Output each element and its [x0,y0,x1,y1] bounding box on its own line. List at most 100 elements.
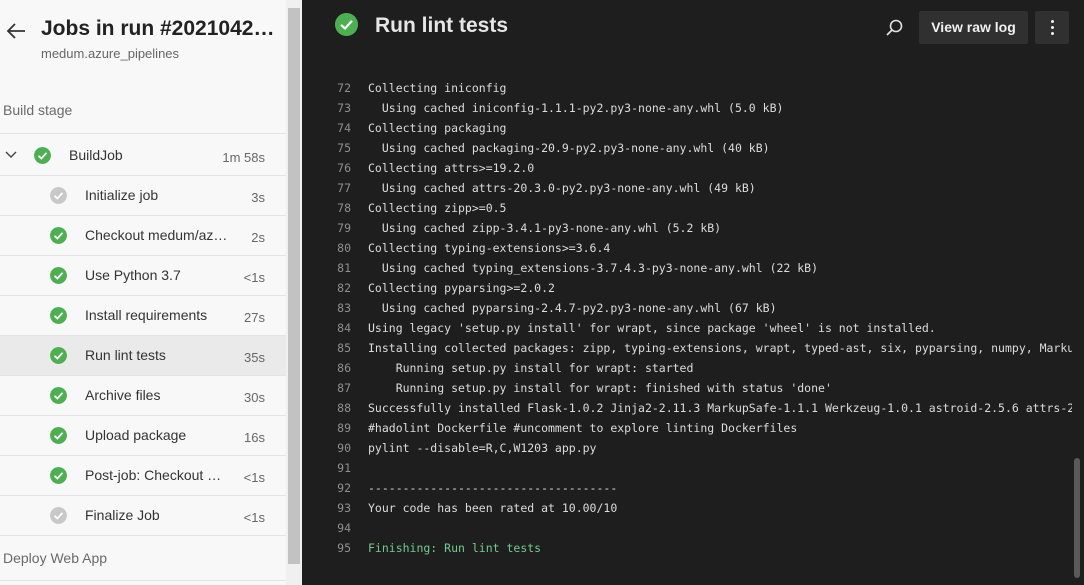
step-row[interactable]: Initialize job 3s [0,175,286,215]
log-line: 93 Your code has been rated at 10.00/10 [302,498,1072,518]
step-row[interactable]: Install requirements 27s [0,295,286,335]
log-line-text: Collecting pyparsing>=2.0.2 [368,281,555,295]
log-line-number: 83 [337,301,351,315]
search-icon[interactable] [885,18,905,38]
log-line: 89 #hadolint Dockerfile #uncomment to exp… [302,418,1072,438]
log-scrollbar-thumb[interactable] [1074,458,1080,578]
log-line-text: Collecting attrs>=19.2.0 [368,161,535,175]
log-line-number: 75 [337,141,351,155]
log-line-text: Finishing: Run lint tests [368,541,542,555]
log-panel: Run lint tests View raw log 72 Collecting… [302,0,1084,585]
step-row[interactable]: Finalize Job <1s [0,495,286,535]
log-line: 83 Using cached pyparsing-2.4.7-py2.py3-… [302,298,1072,318]
log-line: 73 Using cached iniconfig-1.1.1-py2.py3-… [302,98,1072,118]
log-line-number: 73 [337,101,351,115]
divider [0,255,286,256]
log-line: 77 Using cached attrs-20.3.0-py2.py3-non… [302,178,1072,198]
step-row[interactable]: Archive files 30s [0,375,286,415]
log-line: 94 [302,518,1072,538]
back-arrow-icon[interactable] [5,19,27,43]
success-check-icon [50,427,67,444]
more-options-button[interactable] [1035,11,1069,44]
log-line-number: 91 [337,461,351,475]
divider [0,295,286,296]
log-line-text: Collecting iniconfig [368,81,507,95]
job-row-buildjob[interactable]: BuildJob 1m 58s [0,135,286,175]
step-duration: <1s [243,470,265,485]
log-line: 86 Running setup.py install for wrapt: s… [302,358,1072,378]
step-label: Checkout medum/az… [85,227,228,243]
log-line-number: 86 [337,361,351,375]
step-duration: 16s [244,430,265,445]
step-label: Initialize job [85,187,159,203]
log-line-number: 79 [337,221,351,235]
step-row[interactable]: Post-job: Checkout … <1s [0,455,286,495]
log-line-text: Installing collected packages: zipp, typ… [368,341,1072,355]
log-line-number: 94 [337,521,351,535]
log-line: 79 Using cached zipp-3.4.1-py3-none-any.… [302,218,1072,238]
step-row[interactable]: Upload package 16s [0,415,286,455]
log-line: 90 pylint --disable=R,C,W1203 app.py [302,438,1072,458]
more-dots-icon [1051,26,1054,29]
log-line-text: Using cached iniconfig-1.1.1-py2.py3-non… [368,101,784,115]
skipped-check-icon [50,507,67,524]
log-line-number: 89 [337,421,351,435]
log-line-text: Collecting zipp>=0.5 [368,201,507,215]
sidebar-scroll-thumb[interactable] [288,8,300,564]
more-dots-icon [1051,20,1054,23]
log-line-number: 82 [337,281,351,295]
pipeline-name: medum.azure_pipelines [41,46,180,61]
log-line-text: Successfully installed Flask-1.0.2 Jinja… [368,401,1072,415]
step-duration: <1s [243,510,265,525]
divider [0,535,286,536]
divider [0,133,286,134]
more-dots-icon [1051,32,1054,35]
log-line-number: 88 [337,401,351,415]
step-row[interactable]: Checkout medum/az… 2s [0,215,286,255]
log-line-text: Your code has been rated at 10.00/10 [368,501,618,515]
log-line-text: Collecting typing-extensions>=3.6.4 [368,241,611,255]
log-line: 88 Successfully installed Flask-1.0.2 Jin… [302,398,1072,418]
step-row[interactable]: Run lint tests 35s [0,335,286,375]
divider [0,335,286,336]
success-check-icon [34,147,51,164]
log-line: 87 Running setup.py install for wrapt: f… [302,378,1072,398]
step-label: Post-job: Checkout … [85,467,222,483]
log-line: 95 Finishing: Run lint tests [302,538,1072,558]
log-line-number: 81 [337,261,351,275]
step-duration: 30s [244,390,265,405]
log-line-number: 77 [337,181,351,195]
log-line-number: 93 [337,501,351,515]
success-check-icon [50,227,67,244]
view-raw-log-button[interactable]: View raw log [919,11,1028,44]
log-line-text: pylint --disable=R,C,W1203 app.py [368,441,597,455]
log-line-number: 84 [337,321,351,335]
log-line-text: Using cached typing_extensions-3.7.4.3-p… [368,261,819,275]
success-check-icon [50,307,67,324]
log-line: 91 [302,458,1072,478]
job-duration: 1m 58s [222,150,265,165]
log-line: 72 Collecting iniconfig [302,78,1072,98]
log-line-text: Collecting packaging [368,121,507,135]
step-label: Install requirements [85,307,208,323]
log-line: 74 Collecting packaging [302,118,1072,138]
log-line-text: Using cached zipp-3.4.1-py3-none-any.whl… [368,221,722,235]
chevron-down-icon[interactable] [5,150,17,160]
job-name: BuildJob [69,147,123,163]
log-line-number: 95 [337,541,351,555]
step-label: Upload package [85,427,187,443]
log-line: 84 Using legacy 'setup.py install' for wr… [302,318,1072,338]
log-line: 85 Installing collected packages: zipp, t… [302,338,1072,358]
success-check-icon [50,467,67,484]
step-row[interactable]: Use Python 3.7 <1s [0,255,286,295]
divider [0,175,286,176]
divider [0,495,286,496]
skipped-check-icon [50,187,67,204]
log-line-text: Using cached packaging-20.9-py2.py3-none… [368,141,770,155]
deploy-stage-label: Deploy Web App [3,550,108,566]
step-label: Use Python 3.7 [85,267,181,283]
log-line: 80 Collecting typing-extensions>=3.6.4 [302,238,1072,258]
build-stage-label: Build stage [3,102,73,118]
sidebar-scrollbar[interactable] [286,0,302,585]
log-output: 72 Collecting iniconfig 73 Using cached in… [302,78,1072,578]
